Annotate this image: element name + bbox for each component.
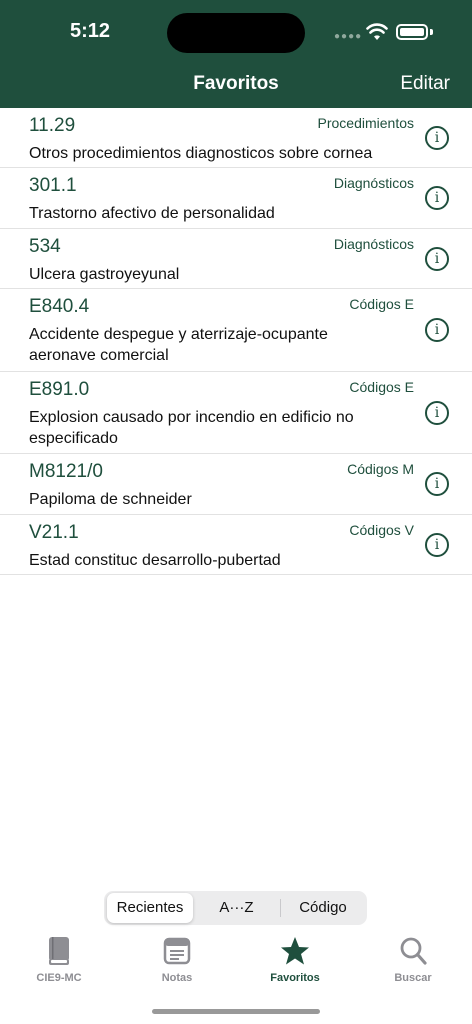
search-icon (400, 937, 427, 965)
item-category: Diagnósticos (333, 236, 414, 252)
item-description: Trastorno afectivo de personalidad (29, 205, 275, 222)
tab-buscar[interactable]: Buscar (354, 936, 472, 984)
item-code: M8121/0 (29, 461, 103, 482)
item-code: 301.1 (29, 175, 77, 196)
info-icon[interactable]: i (425, 401, 449, 425)
wifi-icon (366, 23, 388, 40)
notes-icon (163, 937, 191, 965)
segment-codigo[interactable]: Código (281, 893, 365, 923)
item-code: E840.4 (29, 296, 90, 317)
item-code: 11.29 (29, 115, 76, 136)
item-description: Papiloma de schneider (29, 491, 192, 508)
item-description: Estad constituc desarrollo-pubertad (29, 552, 281, 569)
segment-a-z[interactable]: A···Z (194, 893, 279, 923)
status-time: 5:12 (70, 20, 111, 42)
sort-segmented-control: Recientes A···Z Código (104, 891, 367, 925)
item-description: Accidente despegue y aterrizaje-ocupante… (29, 326, 328, 364)
info-icon[interactable]: i (425, 247, 449, 271)
item-code: 534 (29, 236, 61, 257)
item-category: Diagnósticos (333, 175, 414, 191)
battery-icon (396, 24, 428, 40)
list-item[interactable]: E840.4 Códigos E Accidente despegue y at… (0, 289, 472, 372)
battery-cap (430, 29, 433, 35)
segment-recientes[interactable]: Recientes (107, 893, 193, 923)
list-item[interactable]: 534 Diagnósticos Ulcera gastroyeyunal i (0, 229, 472, 289)
dynamic-island (167, 13, 305, 53)
item-category: Códigos M (347, 461, 414, 477)
info-icon[interactable]: i (425, 126, 449, 150)
item-category: Códigos V (349, 522, 414, 538)
list-item[interactable]: M8121/0 Códigos M Papiloma de schneider … (0, 454, 472, 515)
item-category: Códigos E (349, 379, 414, 395)
tab-label: CIE9-MC (36, 972, 82, 984)
item-category: Procedimientos (317, 115, 415, 131)
favorites-list: 11.29 Procedimientos Otros procedimiento… (0, 108, 472, 575)
signal-icon: ●●●● (334, 31, 363, 42)
tab-label: Buscar (394, 972, 432, 984)
item-description: Ulcera gastroyeyunal (29, 266, 180, 283)
home-indicator[interactable] (152, 1009, 320, 1014)
item-description: Explosion causado por incendio en edific… (29, 409, 354, 447)
info-icon[interactable]: i (425, 472, 449, 496)
star-icon (281, 937, 309, 965)
list-item[interactable]: 301.1 Diagnósticos Trastorno afectivo de… (0, 168, 472, 229)
tab-label: Favoritos (270, 972, 320, 984)
list-item[interactable]: E891.0 Códigos E Explosion causado por i… (0, 372, 472, 454)
list-item[interactable]: 11.29 Procedimientos Otros procedimiento… (0, 108, 472, 168)
item-description: Otros procedimientos diagnosticos sobre … (29, 145, 373, 162)
edit-button[interactable]: Editar (400, 73, 450, 95)
tab-cie9-mc[interactable]: CIE9-MC (0, 936, 118, 984)
navigation-header: 5:12 ●●●● Favoritos Editar (0, 0, 472, 108)
tab-label: Notas (161, 972, 193, 984)
list-item[interactable]: V21.1 Códigos V Estad constituc desarrol… (0, 515, 472, 575)
tab-notas[interactable]: Notas (118, 936, 236, 984)
item-category: Códigos E (349, 296, 414, 312)
info-icon[interactable]: i (425, 533, 449, 557)
tab-favoritos[interactable]: Favoritos (236, 936, 354, 984)
item-code: V21.1 (29, 522, 79, 543)
book-icon (49, 937, 69, 965)
item-code: E891.0 (29, 379, 90, 400)
info-icon[interactable]: i (425, 318, 449, 342)
info-icon[interactable]: i (425, 186, 449, 210)
